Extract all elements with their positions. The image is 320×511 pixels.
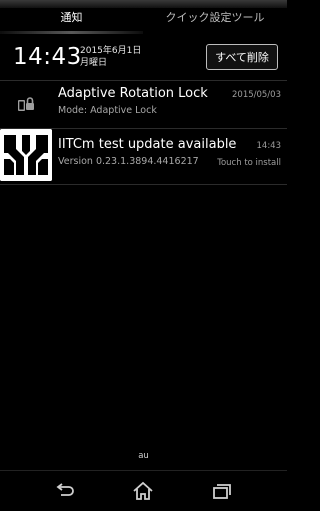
notification-rotation-lock[interactable]: Adaptive Rotation Lock Mode: Adaptive Lo… <box>0 80 287 128</box>
divider <box>0 184 287 185</box>
notification-time: 2015/05/03 <box>232 90 281 100</box>
date-line1: 2015年6月1日 <box>80 46 142 56</box>
iitc-logo <box>0 129 52 181</box>
tab-notifications-label: 通知 <box>60 11 83 24</box>
recent-apps-button[interactable] <box>208 479 234 503</box>
notification-subtitle: Version 0.23.1.3894.4416217 <box>58 156 199 167</box>
back-icon <box>56 483 74 496</box>
rotation-lock-icon <box>18 97 34 111</box>
date-line2: 月曜日 <box>80 58 108 68</box>
tab-quick-settings[interactable]: クイック設定ツール <box>143 8 287 34</box>
app-icon <box>0 129 52 181</box>
carrier-label: au <box>138 451 149 461</box>
shade-tabs: 通知 クイック設定ツール <box>0 8 287 34</box>
notification-info: Touch to install <box>217 158 281 168</box>
back-button[interactable] <box>52 479 78 503</box>
notification-title: Adaptive Rotation Lock <box>58 86 208 101</box>
date: 2015年6月1日 月曜日 <box>80 45 141 69</box>
notification-title: IITCm test update available <box>58 137 237 152</box>
home-icon <box>133 481 153 500</box>
notification-time: 14:43 <box>256 141 282 151</box>
status-bar-strip <box>0 0 287 8</box>
shade-header: 14:43 2015年6月1日 月曜日 すべて削除 <box>0 34 287 80</box>
notification-iitcm-update[interactable]: IITCm test update available Version 0.23… <box>0 128 287 184</box>
recent-apps-icon <box>213 484 231 499</box>
notification-icon-area <box>0 80 52 128</box>
clear-all-button[interactable]: すべて削除 <box>206 44 278 70</box>
navigation-bar <box>0 470 287 511</box>
notification-subtitle: Mode: Adaptive Lock <box>58 105 157 116</box>
clock: 14:43 <box>13 44 82 70</box>
tab-quick-settings-label: クイック設定ツール <box>165 11 265 24</box>
home-button[interactable] <box>130 479 156 503</box>
